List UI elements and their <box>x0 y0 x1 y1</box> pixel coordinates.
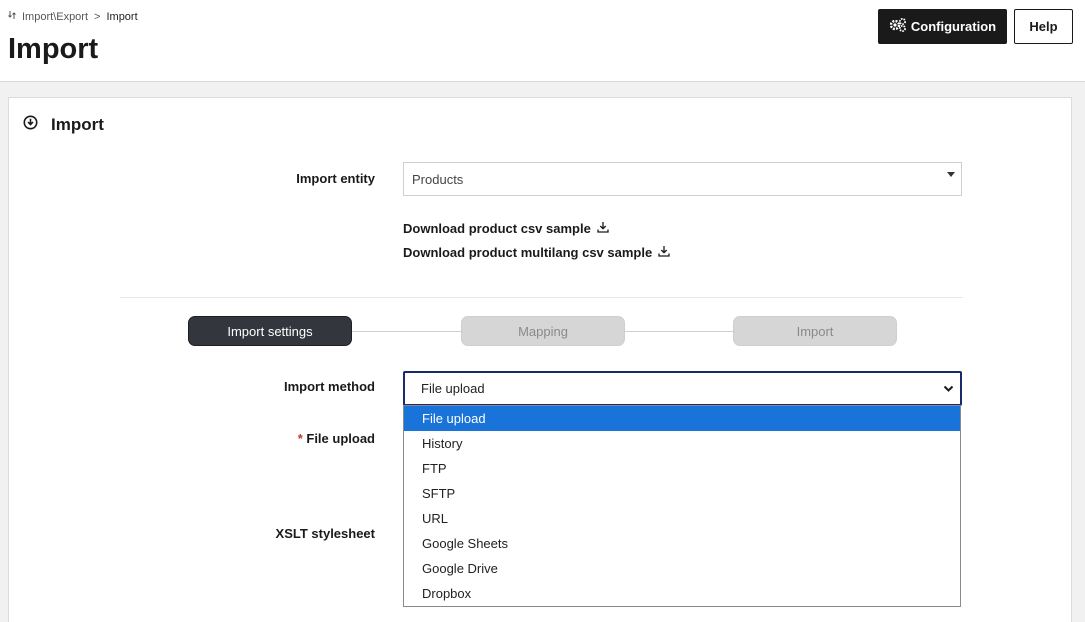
option-file-upload[interactable]: File upload <box>404 406 960 431</box>
option-google-drive[interactable]: Google Drive <box>404 556 960 581</box>
breadcrumb-separator: > <box>94 10 101 23</box>
download-icon <box>658 245 670 260</box>
step-connector <box>624 331 734 332</box>
download-csv-sample-link[interactable]: Download product csv sample <box>403 221 609 236</box>
import-method-label: Import method <box>284 379 375 394</box>
option-url[interactable]: URL <box>404 506 960 531</box>
page-title: Import <box>8 33 99 65</box>
breadcrumb-current: Import <box>106 10 138 23</box>
step-import[interactable]: Import <box>733 316 897 346</box>
file-upload-label: * File upload <box>298 431 375 446</box>
step-import-settings[interactable]: Import settings <box>188 316 352 346</box>
option-google-sheets[interactable]: Google Sheets <box>404 531 960 556</box>
file-upload-label-text: File upload <box>306 431 375 446</box>
chevron-down-icon <box>943 382 954 397</box>
download-multilang-csv-sample-label: Download product multilang csv sample <box>403 245 653 260</box>
option-ftp[interactable]: FTP <box>404 456 960 481</box>
gears-icon <box>889 17 907 36</box>
import-method-value: File upload <box>421 381 485 396</box>
help-button[interactable]: Help <box>1014 9 1073 44</box>
download-multilang-csv-sample-link[interactable]: Download product multilang csv sample <box>403 245 670 260</box>
import-entity-value: Products <box>412 171 464 187</box>
configuration-button[interactable]: Configuration <box>878 9 1007 44</box>
import-method-options-list: File upload History FTP SFTP URL Google … <box>403 405 961 607</box>
panel-title: Import <box>51 115 104 134</box>
step-connector <box>352 331 461 332</box>
option-dropbox[interactable]: Dropbox <box>404 581 960 606</box>
breadcrumb-parent-link[interactable]: Import\Export <box>22 11 88 23</box>
caret-down-icon <box>947 172 955 177</box>
required-marker: * <box>297 431 303 446</box>
import-entity-select[interactable]: Products <box>403 162 962 196</box>
panel-header: Import <box>23 115 104 135</box>
option-history[interactable]: History <box>404 431 960 456</box>
xslt-stylesheet-label: XSLT stylesheet <box>275 526 375 541</box>
configuration-button-label: Configuration <box>910 19 997 34</box>
import-export-icon <box>8 10 16 23</box>
download-csv-sample-label: Download product csv sample <box>403 221 591 236</box>
import-method-select[interactable]: File upload <box>403 371 962 406</box>
step-mapping[interactable]: Mapping <box>461 316 625 346</box>
breadcrumb: Import\Export > Import <box>8 10 138 23</box>
download-circle-icon <box>23 115 38 135</box>
option-sftp[interactable]: SFTP <box>404 481 960 506</box>
page-header: Import\Export > Import Import Configurat… <box>0 0 1085 82</box>
import-entity-label: Import entity <box>296 171 375 186</box>
download-icon <box>597 221 609 236</box>
section-divider <box>120 297 963 298</box>
